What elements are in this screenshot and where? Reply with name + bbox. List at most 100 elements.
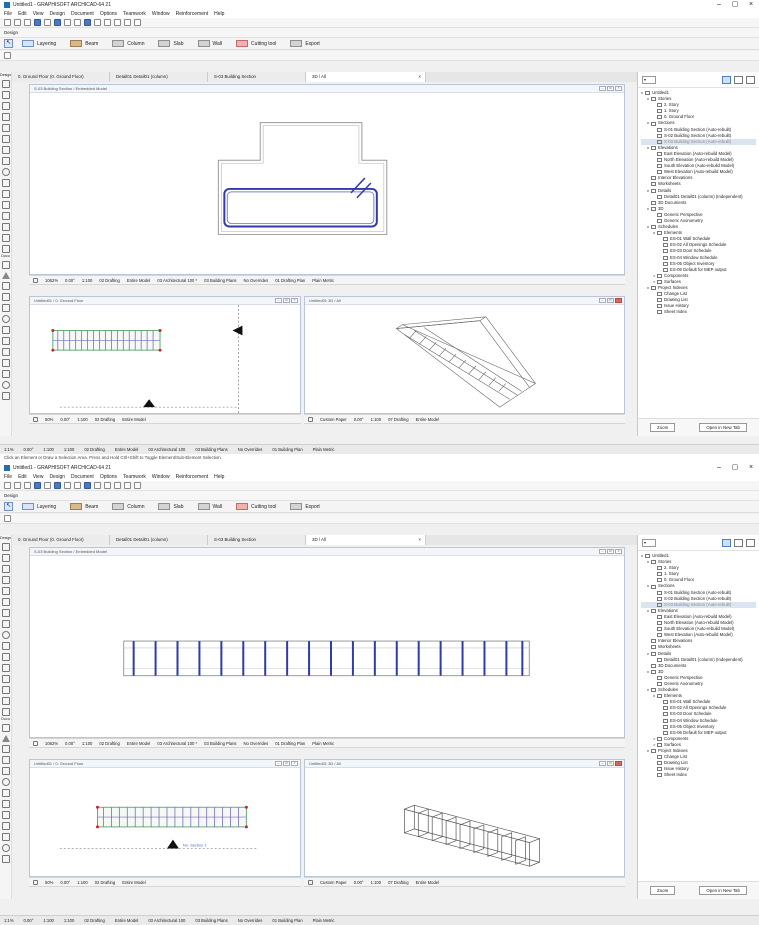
threed-canvas[interactable] xyxy=(305,768,624,876)
wall-tool-icon[interactable] xyxy=(1,543,10,551)
status-layer[interactable]: 02 Drafting xyxy=(84,447,104,452)
navigator-dropdown[interactable]: ▾ xyxy=(642,75,656,84)
polyline-tool-icon[interactable] xyxy=(1,326,10,334)
dimension-standard[interactable]: Plain Metric xyxy=(312,278,334,283)
menu-file[interactable]: File xyxy=(4,474,12,480)
menu-window[interactable]: Window xyxy=(152,11,170,17)
renovation-filter[interactable]: 01 Drafting Plan xyxy=(275,278,305,283)
rotation-value[interactable]: 0.00° xyxy=(65,278,75,283)
tool-cutting[interactable]: Cutting tool xyxy=(231,39,281,48)
tool-option-icon[interactable] xyxy=(4,515,11,522)
paper-value[interactable]: Custom Paper xyxy=(320,880,347,885)
pane-restore-icon[interactable]: ▭ xyxy=(607,761,614,766)
status-plan[interactable]: 01 Building Plan xyxy=(272,447,302,452)
undo-icon[interactable] xyxy=(4,19,11,26)
navigator-dropdown[interactable]: ▾ xyxy=(642,538,656,547)
stair-tool-icon[interactable] xyxy=(1,190,10,198)
object-tool-icon[interactable] xyxy=(1,179,10,187)
layer-combination[interactable]: 02 Drafting xyxy=(99,741,119,746)
label-tool-icon[interactable] xyxy=(1,745,10,753)
scale-value[interactable]: 1:100 xyxy=(82,741,92,746)
status-rotation[interactable]: 0.00° xyxy=(24,918,34,923)
scale-value[interactable]: 1:100 xyxy=(371,880,381,885)
layer-icon[interactable] xyxy=(34,482,41,489)
scale-value[interactable]: 1:100 xyxy=(371,417,381,422)
graphic-override[interactable]: No Overrides xyxy=(244,278,269,283)
status-mvo[interactable]: 03 Building Plans xyxy=(195,918,227,923)
trace-icon[interactable] xyxy=(94,19,101,26)
maximize-icon[interactable]: ▢ xyxy=(727,0,743,10)
plan-canvas[interactable]: No. Section 1 xyxy=(30,768,300,876)
tool-beam[interactable]: Beam xyxy=(65,39,103,48)
mvo[interactable]: 03 Building Plans xyxy=(204,741,236,746)
maximize-icon[interactable]: ▢ xyxy=(727,463,743,473)
close-icon[interactable]: × xyxy=(743,0,759,10)
pane-close-icon[interactable]: × xyxy=(291,298,298,303)
layout-book-icon[interactable] xyxy=(746,538,755,547)
model-view[interactable]: Entire Model xyxy=(416,880,440,885)
pen-icon[interactable] xyxy=(44,19,51,26)
open-new-tab-button[interactable]: Open in New Tab xyxy=(699,423,747,432)
menu-view[interactable]: View xyxy=(33,11,44,17)
zoom-button[interactable]: Zoom xyxy=(650,886,676,895)
menu-file[interactable]: File xyxy=(4,11,12,17)
menu-design[interactable]: Design xyxy=(49,474,65,480)
paper-value[interactable]: Custom Paper xyxy=(320,417,347,422)
hotspot-tool-icon[interactable] xyxy=(1,381,10,389)
section-tool-icon[interactable] xyxy=(1,348,10,356)
elevation-tool-icon[interactable] xyxy=(1,822,10,830)
section-canvas[interactable] xyxy=(30,93,624,274)
layout-book-icon[interactable] xyxy=(746,75,755,84)
pane-minimize-icon[interactable]: – xyxy=(275,298,282,303)
close-icon[interactable]: × xyxy=(743,463,759,473)
pane-close-icon[interactable]: × xyxy=(615,761,622,766)
pencil-icon[interactable] xyxy=(24,482,31,489)
fill-icon[interactable] xyxy=(84,19,91,26)
measure-icon[interactable] xyxy=(104,482,111,489)
menu-reinforcement[interactable]: Reinforcement xyxy=(176,11,209,17)
line-tool-icon[interactable] xyxy=(1,767,10,775)
lamp-tool-icon[interactable] xyxy=(1,708,10,716)
tool-cutting[interactable]: Cutting tool xyxy=(231,502,281,511)
arrow-tool-icon[interactable]: ↖ xyxy=(4,502,13,511)
magic-wand-icon[interactable] xyxy=(64,482,71,489)
redo-icon[interactable] xyxy=(14,482,21,489)
fill-tool-icon[interactable] xyxy=(1,293,10,301)
pane-restore-icon[interactable]: ▭ xyxy=(283,761,290,766)
status-pen-set[interactable]: 03 Architectural 100 xyxy=(148,447,185,452)
wall-tool-icon[interactable] xyxy=(1,80,10,88)
beam-tool-icon[interactable] xyxy=(1,587,10,595)
polyline-tool-icon[interactable] xyxy=(1,789,10,797)
status-rotation[interactable]: 0.00° xyxy=(24,447,34,452)
view-map-icon[interactable] xyxy=(734,538,743,547)
status-scale[interactable]: 1:100 xyxy=(43,447,53,452)
morph-tool-icon[interactable] xyxy=(1,168,10,176)
layer-combination[interactable]: 02 Drafting xyxy=(99,278,119,283)
zoom-icon[interactable] xyxy=(33,879,38,885)
magic-wand-icon[interactable] xyxy=(64,19,71,26)
tool-slab[interactable]: Slab xyxy=(153,502,188,511)
pane-close-icon[interactable]: × xyxy=(615,86,622,91)
zoom-icon[interactable] xyxy=(308,879,313,885)
tool-wall[interactable]: Wall xyxy=(193,502,228,511)
beam-tool-icon[interactable] xyxy=(1,124,10,132)
layer-combination[interactable]: 02 Drafting xyxy=(95,880,115,885)
object-tool-icon[interactable] xyxy=(1,642,10,650)
status-override[interactable]: No Overrides xyxy=(238,918,263,923)
zoom-icon[interactable] xyxy=(33,416,38,422)
dimension-tool-icon[interactable] xyxy=(1,724,10,732)
mesh-tool-icon[interactable] xyxy=(1,234,10,242)
status-zoom[interactable]: 1:1% xyxy=(4,447,14,452)
render-icon[interactable] xyxy=(124,482,131,489)
tool-slab[interactable]: Slab xyxy=(153,39,188,48)
menu-teamwork[interactable]: Teamwork xyxy=(123,11,146,17)
hotspot-tool-icon[interactable] xyxy=(1,844,10,852)
figure-tool-icon[interactable] xyxy=(1,855,10,863)
redo-icon[interactable] xyxy=(14,19,21,26)
menu-help[interactable]: Help xyxy=(214,11,224,17)
arrow-tool-icon[interactable]: ↖ xyxy=(4,39,13,48)
zoom-icon[interactable] xyxy=(33,277,38,283)
status-override[interactable]: No Overrides xyxy=(238,447,263,452)
mesh-tool-icon[interactable] xyxy=(1,697,10,705)
elevation-tool-icon[interactable] xyxy=(1,359,10,367)
